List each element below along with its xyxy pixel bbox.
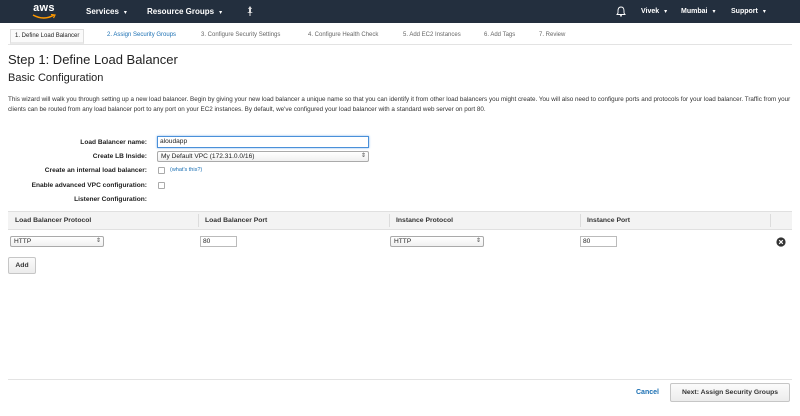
select-arrows-icon: ⇕: [475, 238, 481, 244]
lb-protocol-select[interactable]: HTTP ⇕: [10, 236, 104, 247]
step-configure-security-settings[interactable]: 3. Configure Security Settings: [201, 29, 280, 44]
internal-load-balancer-checkbox[interactable]: [158, 167, 165, 174]
chevron-down-icon: ▾: [664, 9, 668, 15]
listener-configuration-label: Listener Configuration:: [74, 196, 147, 203]
column-divider: [580, 214, 581, 227]
column-divider: [389, 214, 390, 227]
select-arrows-icon: ⇕: [360, 153, 366, 159]
lb-port-input[interactable]: 80: [200, 236, 237, 247]
select-arrows-icon: ⇕: [95, 238, 101, 244]
create-lb-inside-select[interactable]: My Default VPC (172.31.0.0/16) ⇕: [157, 151, 369, 162]
bell-icon[interactable]: [616, 6, 626, 17]
services-menu-label: Services: [86, 7, 119, 16]
step-configure-health-check[interactable]: 4. Configure Health Check: [308, 29, 378, 44]
services-menu[interactable]: Services ▾: [86, 0, 127, 23]
whats-this-link[interactable]: (what's this?): [170, 167, 202, 173]
region-menu[interactable]: Mumbai ▾: [681, 0, 715, 23]
column-divider: [770, 214, 771, 227]
support-label: Support: [731, 8, 758, 15]
aws-logo-text: aws: [33, 2, 55, 14]
listener-table-header: Load Balancer Protocol Load Balancer Por…: [8, 211, 792, 230]
cancel-button[interactable]: Cancel: [636, 389, 659, 396]
aws-logo[interactable]: aws: [28, 2, 60, 21]
chevron-down-icon: ▾: [712, 9, 716, 15]
step-add-ec2-instances[interactable]: 5. Add EC2 Instances: [403, 29, 461, 44]
instance-port-input[interactable]: 80: [580, 236, 617, 247]
aws-smile-icon: [32, 14, 56, 19]
add-listener-button[interactable]: Add: [8, 257, 36, 274]
user-menu[interactable]: Vivek ▾: [641, 0, 667, 23]
column-header: Instance Port: [587, 217, 631, 224]
instance-protocol-select[interactable]: HTTP ⇕: [390, 236, 484, 247]
next-assign-security-groups-button[interactable]: Next: Assign Security Groups: [670, 383, 790, 402]
step-review[interactable]: 7. Review: [539, 29, 565, 44]
section-title: Basic Configuration: [8, 72, 104, 84]
pin-icon[interactable]: [245, 6, 255, 16]
load-balancer-name-label: Load Balancer name:: [80, 139, 147, 146]
column-header: Load Balancer Protocol: [15, 217, 92, 224]
internal-load-balancer-label: Create an internal load balancer:: [44, 167, 147, 174]
support-menu[interactable]: Support ▾: [731, 0, 766, 23]
step-assign-security-groups[interactable]: 2. Assign Security Groups: [107, 29, 176, 44]
user-name: Vivek: [641, 8, 660, 15]
resource-groups-label: Resource Groups: [147, 7, 215, 16]
column-header: Load Balancer Port: [205, 217, 268, 224]
step-define-load-balancer[interactable]: 1. Define Load Balancer: [10, 29, 85, 44]
page-title: Step 1: Define Load Balancer: [8, 52, 178, 67]
advanced-vpc-label: Enable advanced VPC configuration:: [31, 182, 147, 189]
chevron-down-icon: ▾: [762, 9, 766, 15]
advanced-vpc-checkbox[interactable]: [158, 182, 165, 189]
top-nav-bar: aws Services ▾ Resource Groups ▾ Vivek ▾ Mu…: [0, 0, 800, 23]
create-lb-inside-label: Create LB Inside:: [92, 153, 147, 160]
create-lb-inside-value: My Default VPC (172.31.0.0/16): [161, 153, 255, 160]
resource-groups-menu[interactable]: Resource Groups ▾: [147, 0, 222, 23]
column-header: Instance Protocol: [396, 217, 454, 224]
wizard-steps: 1. Define Load Balancer 2. Assign Securi…: [8, 29, 792, 45]
intro-text: This wizard will walk you through settin…: [8, 96, 791, 113]
chevron-down-icon: ▾: [123, 10, 127, 16]
lb-protocol-value: HTTP: [14, 238, 32, 245]
column-divider: [198, 214, 199, 227]
chevron-down-icon: ▾: [219, 10, 223, 16]
step-add-tags[interactable]: 6. Add Tags: [484, 29, 515, 44]
load-balancer-name-input[interactable]: aloudapp: [157, 136, 369, 148]
instance-protocol-value: HTTP: [394, 238, 412, 245]
region-name: Mumbai: [681, 8, 708, 15]
footer-divider: [8, 379, 792, 380]
remove-listener-icon[interactable]: [776, 237, 786, 247]
